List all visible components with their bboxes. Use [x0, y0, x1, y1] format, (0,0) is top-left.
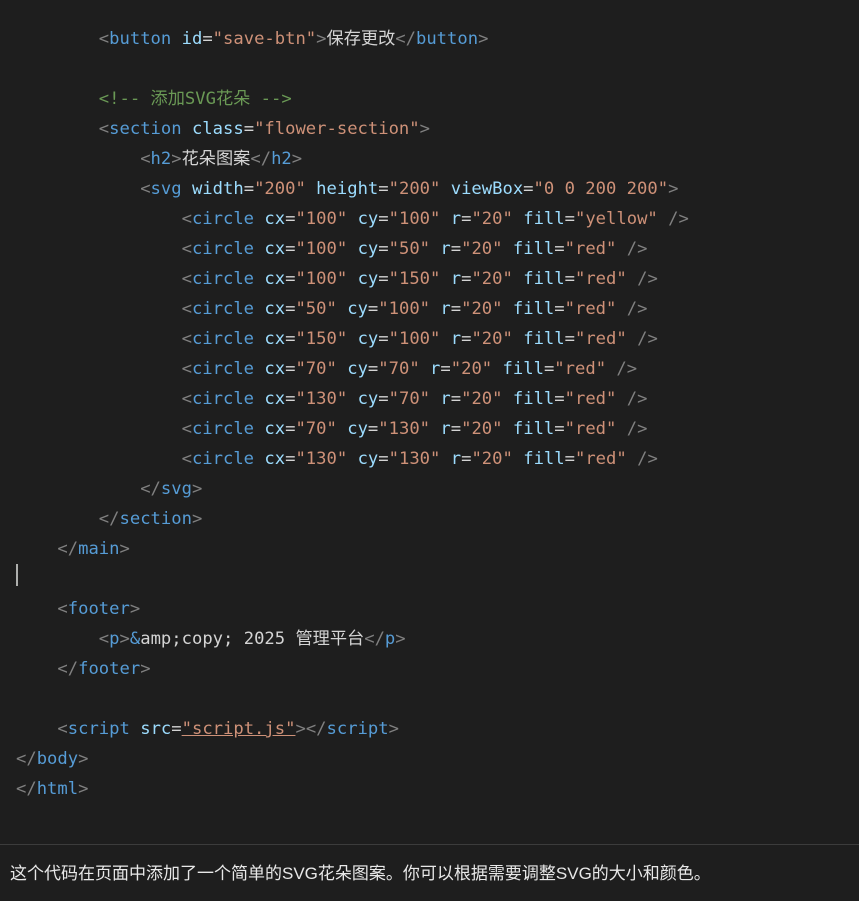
code-line[interactable]: </section>	[16, 504, 851, 534]
code-line[interactable]: <section class="flower-section">	[16, 114, 851, 144]
code-line[interactable]	[16, 54, 851, 84]
code-line[interactable]: </main>	[16, 534, 851, 564]
assistant-message: 这个代码在页面中添加了一个简单的SVG花朵图案。你可以根据需要调整SVG的大小和…	[0, 845, 859, 901]
code-line[interactable]: <circle cx="100" cy="100" r="20" fill="y…	[16, 204, 851, 234]
code-line[interactable]: <!-- 添加SVG花朵 -->	[16, 84, 851, 114]
code-line[interactable]: <svg width="200" height="200" viewBox="0…	[16, 174, 851, 204]
code-line[interactable]: <footer>	[16, 594, 851, 624]
code-line[interactable]: <script src="script.js"></script>	[16, 714, 851, 744]
code-line[interactable]: </footer>	[16, 654, 851, 684]
code-line[interactable]	[16, 684, 851, 714]
code-line[interactable]: <button id="save-btn">保存更改</button>	[16, 24, 851, 54]
message-text: 这个代码在页面中添加了一个简单的SVG花朵图案。你可以根据需要调整SVG的大小和…	[10, 864, 711, 883]
code-line[interactable]: <circle cx="70" cy="70" r="20" fill="red…	[16, 354, 851, 384]
code-line[interactable]: <p>&amp;copy; 2025 管理平台</p>	[16, 624, 851, 654]
code-line[interactable]: <circle cx="130" cy="130" r="20" fill="r…	[16, 444, 851, 474]
code-line[interactable]: <circle cx="100" cy="150" r="20" fill="r…	[16, 264, 851, 294]
code-line[interactable]: <circle cx="100" cy="50" r="20" fill="re…	[16, 234, 851, 264]
code-line[interactable]: </svg>	[16, 474, 851, 504]
code-line[interactable]: <circle cx="130" cy="70" r="20" fill="re…	[16, 384, 851, 414]
code-editor[interactable]: <button id="save-btn">保存更改</button> <!--…	[0, 0, 859, 845]
code-line[interactable]: <circle cx="70" cy="130" r="20" fill="re…	[16, 414, 851, 444]
code-line[interactable]: <circle cx="150" cy="100" r="20" fill="r…	[16, 324, 851, 354]
code-line[interactable]: </body>	[16, 744, 851, 774]
code-content[interactable]: <button id="save-btn">保存更改</button> <!--…	[16, 24, 851, 804]
code-line[interactable]	[16, 564, 851, 594]
code-line[interactable]: </html>	[16, 774, 851, 804]
code-line[interactable]: <h2>花朵图案</h2>	[16, 144, 851, 174]
code-line[interactable]: <circle cx="50" cy="100" r="20" fill="re…	[16, 294, 851, 324]
